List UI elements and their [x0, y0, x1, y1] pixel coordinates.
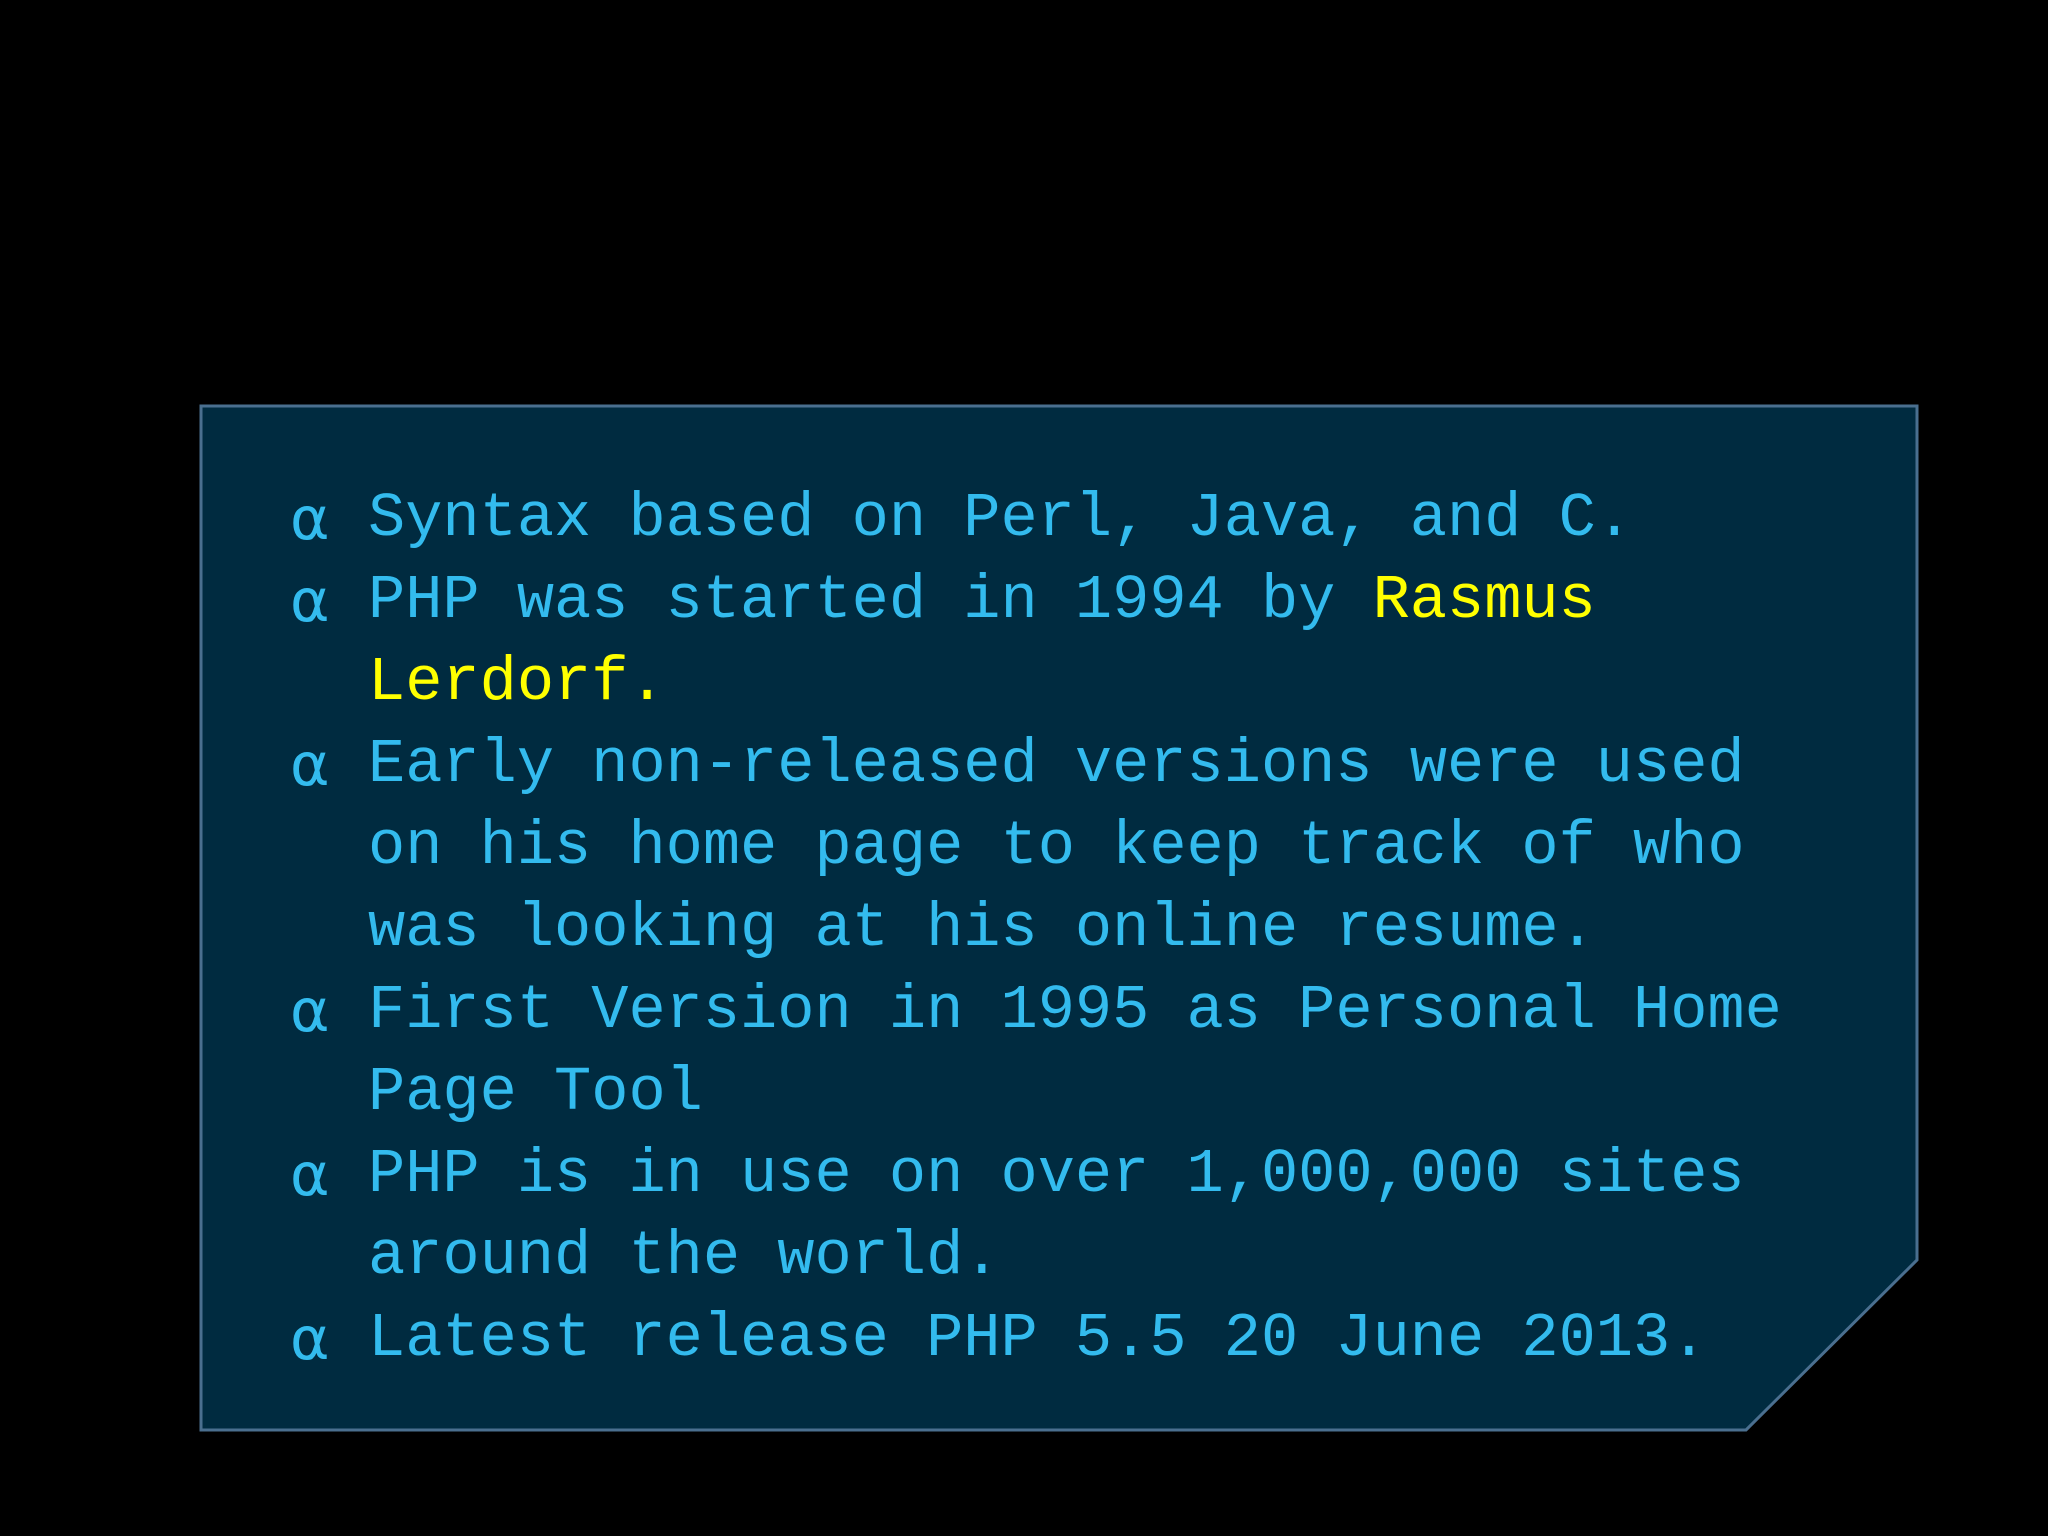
alpha-bullet-icon: α [290, 1304, 330, 1374]
bullet-text-usage: PHP is in use on over 1,000,000 sites ar… [368, 1139, 1745, 1292]
bullet-text-early-versions: Early non-released versions were used on… [368, 729, 1745, 964]
alpha-bullet-icon: α [290, 1140, 330, 1210]
bullet-item-syntax: α Syntax based on Perl, Java, and C. [290, 478, 1830, 560]
bullet-text-syntax: Syntax based on Perl, Java, and C. [368, 483, 1634, 554]
bullet-text-origin: PHP was started in 1994 by Rasmus Lerdor… [368, 560, 1830, 724]
alpha-bullet-icon: α [290, 566, 330, 636]
bullet-item-early-versions: α Early non-released versions were used … [290, 724, 1830, 970]
bullet-item-latest-release: α Latest release PHP 5.5 20 June 2013. [290, 1298, 1830, 1380]
origin-text: PHP was started in 1994 by [368, 565, 1373, 636]
alpha-bullet-icon: α [290, 976, 330, 1046]
alpha-bullet-icon: α [290, 484, 330, 554]
bullet-item-origin: α PHP was started in 1994 by Rasmus Lerd… [290, 560, 1830, 724]
bullet-text-latest-release: Latest release PHP 5.5 20 June 2013. [368, 1303, 1708, 1374]
slide: α Syntax based on Perl, Java, and C. α P… [0, 0, 2048, 1536]
bullet-item-first-version: α First Version in 1995 as Personal Home… [290, 970, 1830, 1134]
bullet-item-usage: α PHP is in use on over 1,000,000 sites … [290, 1134, 1830, 1298]
alpha-bullet-icon: α [290, 730, 330, 800]
bullet-text-first-version: First Version in 1995 as Personal Home P… [368, 975, 1782, 1128]
bullet-list: α Syntax based on Perl, Java, and C. α P… [290, 478, 1830, 1380]
